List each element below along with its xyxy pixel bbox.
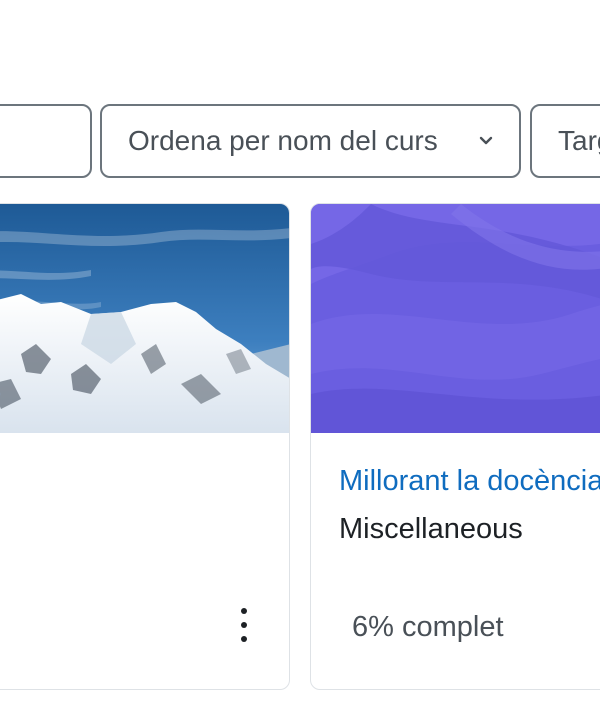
course-image-mountain[interactable]	[0, 204, 289, 433]
kebab-dot	[241, 622, 247, 628]
kebab-dot	[241, 608, 247, 614]
course-overview: Ordena per nom del curs Targetes	[0, 0, 600, 720]
kebab-dot	[241, 636, 247, 642]
chevron-down-icon	[477, 132, 495, 150]
view-dropdown-label: Targetes	[558, 125, 600, 156]
view-dropdown[interactable]: Targetes	[530, 104, 600, 178]
search-input[interactable]	[0, 104, 92, 178]
course-name-link[interactable]: Millorant la docència	[339, 465, 600, 498]
sort-dropdown-label: Ordena per nom del curs	[128, 125, 438, 156]
sort-dropdown[interactable]: Ordena per nom del curs	[100, 104, 521, 178]
course-card-body: Millorant la docència Miscellaneous	[339, 433, 600, 689]
course-card-body	[0, 433, 289, 689]
course-image-pattern[interactable]	[311, 204, 600, 433]
kebab-menu-icon[interactable]	[236, 608, 252, 642]
course-category: Miscellaneous	[339, 513, 523, 545]
course-progress: 6% complet	[352, 611, 504, 643]
